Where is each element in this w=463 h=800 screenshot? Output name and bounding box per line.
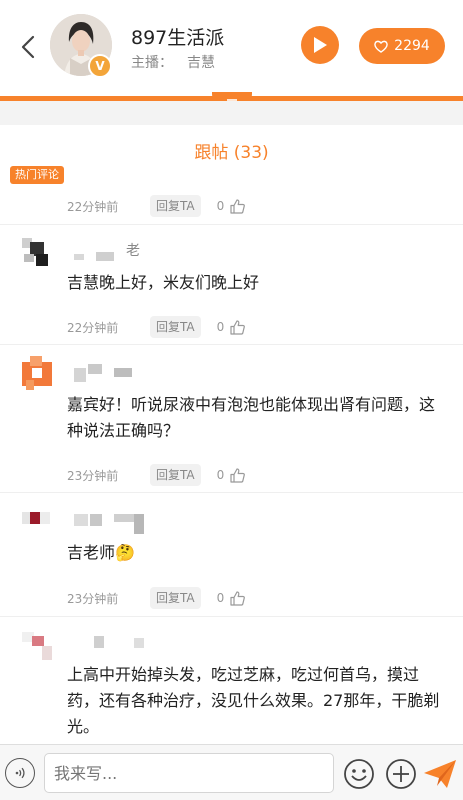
thumb-up-button[interactable] bbox=[230, 198, 246, 214]
more-options-button[interactable] bbox=[385, 758, 417, 790]
username-suffix: 老 bbox=[126, 243, 140, 259]
divider bbox=[0, 616, 463, 617]
comment-time: 22分钟前 bbox=[67, 199, 119, 214]
comment-avatar[interactable] bbox=[22, 356, 52, 390]
voice-icon bbox=[15, 767, 25, 779]
play-icon bbox=[314, 37, 327, 53]
comment-composer bbox=[0, 744, 463, 800]
plus-icon bbox=[386, 759, 416, 789]
comment-avatar[interactable] bbox=[22, 238, 52, 268]
comment-avatar[interactable] bbox=[22, 508, 52, 538]
divider bbox=[0, 344, 463, 345]
comment-input[interactable] bbox=[44, 753, 334, 793]
thumb-up-icon bbox=[230, 319, 246, 335]
comment-like-count: 0 bbox=[216, 199, 225, 213]
send-button[interactable] bbox=[423, 758, 457, 790]
like-count: 2294 bbox=[394, 38, 430, 54]
thumb-up-icon bbox=[230, 198, 246, 214]
comment-time: 23分钟前 bbox=[67, 591, 119, 606]
like-button[interactable]: 2294 bbox=[359, 28, 445, 64]
spacer bbox=[0, 101, 463, 125]
reply-button[interactable]: 回复TA bbox=[150, 587, 201, 609]
comment-text: 嘉宾好！听说尿液中有泡泡也能体现出肾有问题，这种说法正确吗？ bbox=[67, 395, 436, 440]
emoji-button[interactable] bbox=[343, 758, 375, 790]
hot-comments-tag: 热门评论 bbox=[10, 166, 64, 184]
comment-avatar[interactable] bbox=[22, 628, 52, 660]
thumb-up-button[interactable] bbox=[230, 467, 246, 483]
host-label: 主播： bbox=[131, 55, 173, 71]
comment-like-count: 0 bbox=[216, 591, 225, 605]
comment-meta: 22分钟前 回复TA 0 bbox=[67, 195, 246, 217]
voice-input-button[interactable] bbox=[5, 758, 35, 788]
reply-button[interactable]: 回复TA bbox=[150, 316, 201, 338]
host-name: 吉慧 bbox=[187, 55, 215, 71]
thread-title: 跟帖 (33) bbox=[194, 143, 269, 163]
comment-text: 吉慧晚上好，米友们晚上好 bbox=[67, 273, 260, 292]
vip-badge: V bbox=[88, 54, 112, 78]
header: V 897生活派 主播： 吉慧 2294 bbox=[0, 0, 463, 96]
comment-meta: 23分钟前 回复TA 0 bbox=[67, 464, 246, 486]
comment-username bbox=[74, 362, 174, 382]
comment-username bbox=[74, 632, 174, 652]
send-icon bbox=[424, 760, 456, 788]
comment-time: 22分钟前 bbox=[67, 320, 119, 335]
reply-button[interactable]: 回复TA bbox=[150, 464, 201, 486]
back-button[interactable] bbox=[14, 30, 42, 64]
thumb-up-icon bbox=[230, 590, 246, 606]
comment-like-count: 0 bbox=[216, 320, 225, 334]
comment-username: 老 bbox=[74, 242, 174, 262]
emoji-icon bbox=[344, 759, 374, 789]
comment-meta: 22分钟前 回复TA 0 bbox=[67, 316, 246, 338]
heart-icon bbox=[374, 40, 388, 53]
reply-button[interactable]: 回复TA bbox=[150, 195, 201, 217]
thumb-up-button[interactable] bbox=[230, 319, 246, 335]
thumb-up-button[interactable] bbox=[230, 590, 246, 606]
comment-like-count: 0 bbox=[216, 468, 225, 482]
comment-text: 吉老师🤔 bbox=[67, 543, 135, 562]
comment-username bbox=[74, 510, 174, 534]
comment-time: 23分钟前 bbox=[67, 468, 119, 483]
thumb-up-icon bbox=[230, 467, 246, 483]
divider bbox=[0, 492, 463, 493]
host-line: 主播： 吉慧 bbox=[131, 52, 215, 72]
comment-text: 上高中开始掉头发，吃过芝麻，吃过何首乌，摸过药，还有各种治疗，没见什么效果。27… bbox=[67, 665, 440, 736]
divider bbox=[0, 224, 463, 225]
back-arrow-icon bbox=[21, 35, 35, 59]
station-name: 897生活派 bbox=[131, 27, 225, 49]
comment-meta: 23分钟前 回复TA 0 bbox=[67, 587, 246, 609]
play-button[interactable] bbox=[301, 26, 339, 64]
